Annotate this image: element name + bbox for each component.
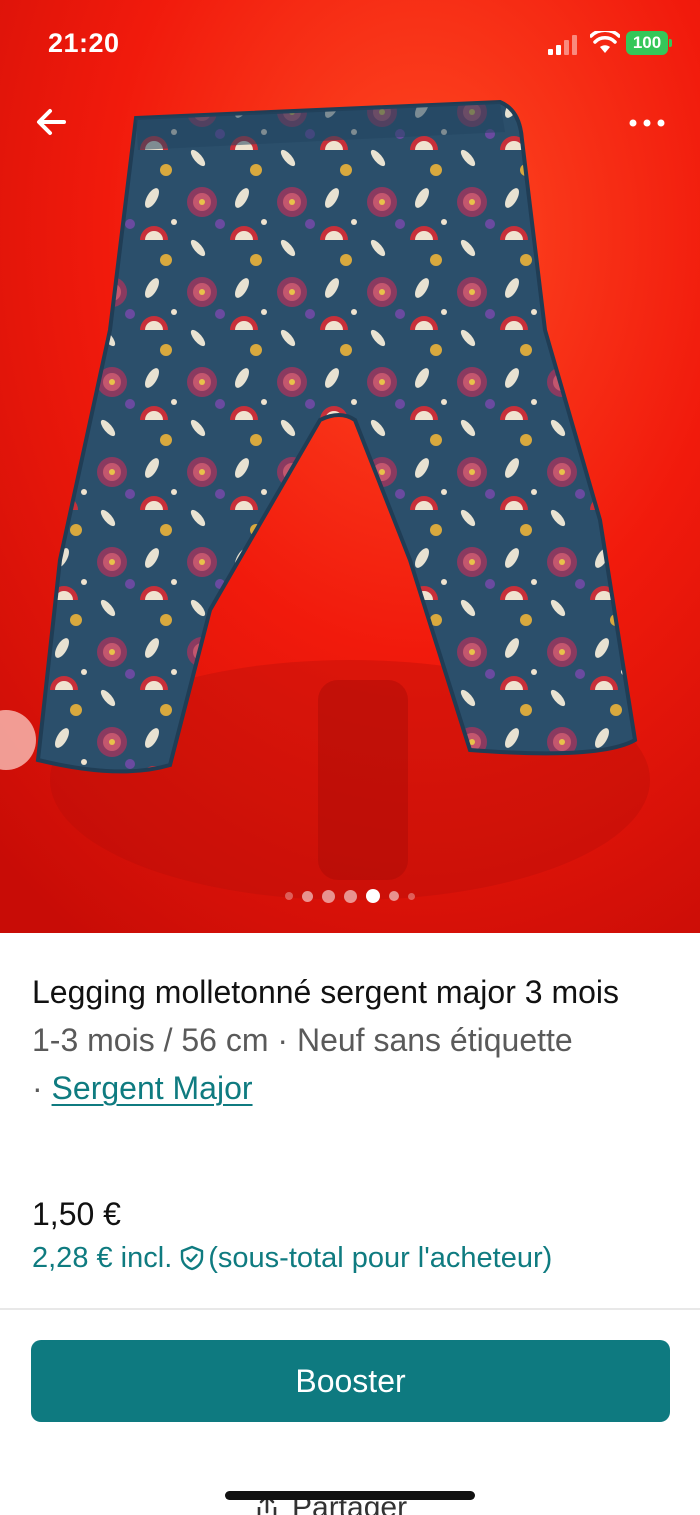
product-title: Legging molletonné sergent major 3 mois bbox=[32, 974, 619, 1010]
product-photo bbox=[0, 0, 700, 933]
price-incl-note: (sous-total pour l'acheteur) bbox=[208, 1242, 553, 1274]
brand-separator: · bbox=[32, 1070, 52, 1106]
brand-link[interactable]: Sergent Major bbox=[52, 1070, 253, 1106]
back-arrow-icon[interactable] bbox=[30, 100, 74, 144]
pagination-dot-active[interactable] bbox=[366, 889, 380, 903]
wifi-icon bbox=[590, 31, 620, 53]
status-bar: 21:20 100 bbox=[0, 0, 700, 90]
product-image-gallery[interactable]: 21:20 100 bbox=[0, 0, 700, 933]
shield-check-icon bbox=[181, 1245, 204, 1271]
pagination-dot[interactable] bbox=[389, 891, 399, 901]
pagination-dot[interactable] bbox=[344, 889, 357, 903]
buyer-protection-price[interactable]: 2,28 € incl. (sous-total pour l'acheteur… bbox=[32, 1238, 552, 1278]
battery-icon: 100 bbox=[626, 31, 672, 55]
more-icon[interactable] bbox=[622, 102, 672, 142]
status-time: 21:20 bbox=[48, 28, 120, 58]
signal-icon bbox=[548, 35, 577, 55]
pagination-dot[interactable] bbox=[408, 892, 415, 900]
home-indicator bbox=[225, 1491, 475, 1500]
battery-level: 100 bbox=[626, 31, 668, 55]
booster-button[interactable]: Booster bbox=[31, 1340, 670, 1422]
product-price: 1,50 € bbox=[32, 1196, 121, 1232]
price-incl-label: 2,28 € incl. bbox=[32, 1242, 173, 1274]
pagination-dot[interactable] bbox=[285, 892, 293, 900]
product-size-condition: 1-3 mois / 56 cm · Neuf sans étiquette bbox=[32, 1022, 573, 1058]
product-details: 1-3 mois / 56 cm · Neuf sans étiquette ·… bbox=[32, 1016, 672, 1112]
gallery-pagination[interactable] bbox=[0, 888, 700, 904]
pagination-dot[interactable] bbox=[322, 889, 335, 903]
divider bbox=[0, 1308, 700, 1310]
product-info: Legging molletonné sergent major 3 mois … bbox=[32, 968, 672, 1112]
pagination-dot[interactable] bbox=[302, 890, 313, 902]
